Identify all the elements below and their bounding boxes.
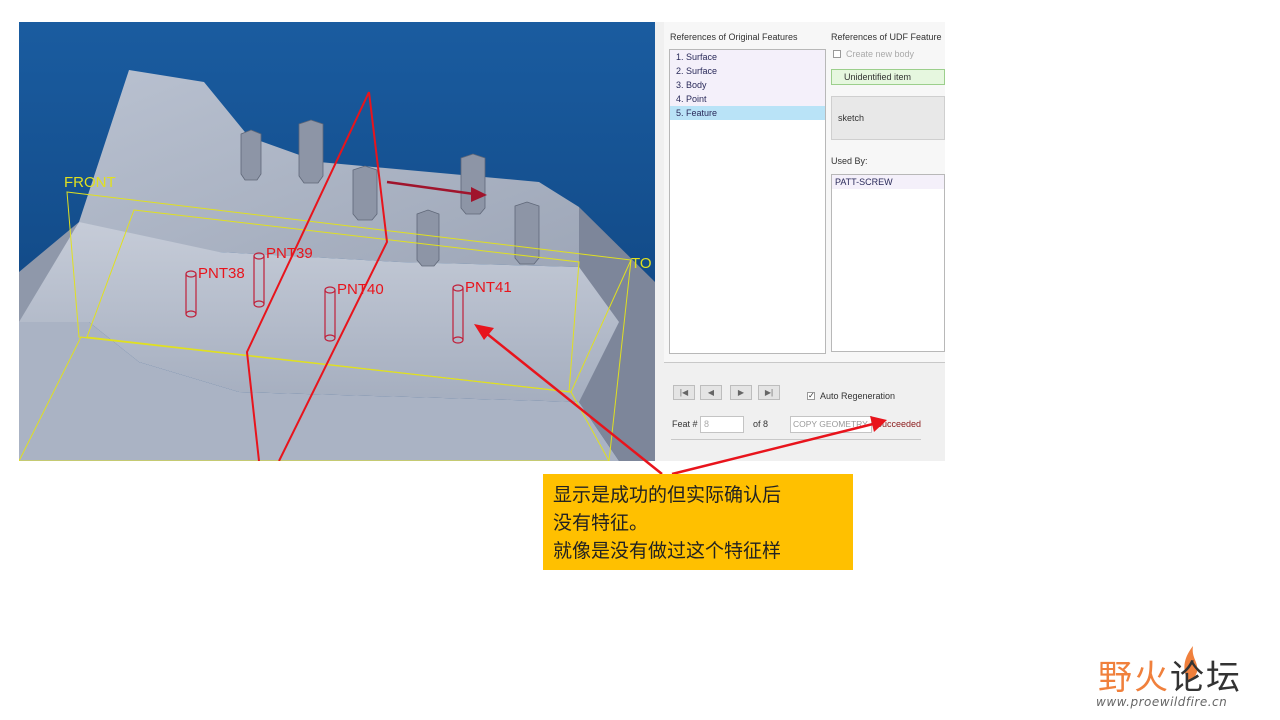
annotation-arrows [474,324,887,476]
logo-text-accent: 野火 [1098,658,1170,698]
annotation-callout: 显示是成功的但实际确认后 没有特征。 就像是没有做过这个特征样 [543,474,853,570]
callout-line: 没有特征。 [553,512,649,534]
forum-logo: 野火论坛 [1098,650,1242,699]
callout-line: 显示是成功的但实际确认后 [553,484,782,506]
logo-url: www.proewildfire.cn [1096,695,1228,709]
callout-line: 就像是没有做过这个特征样 [553,540,782,562]
logo-text-main: 论坛 [1170,658,1242,698]
